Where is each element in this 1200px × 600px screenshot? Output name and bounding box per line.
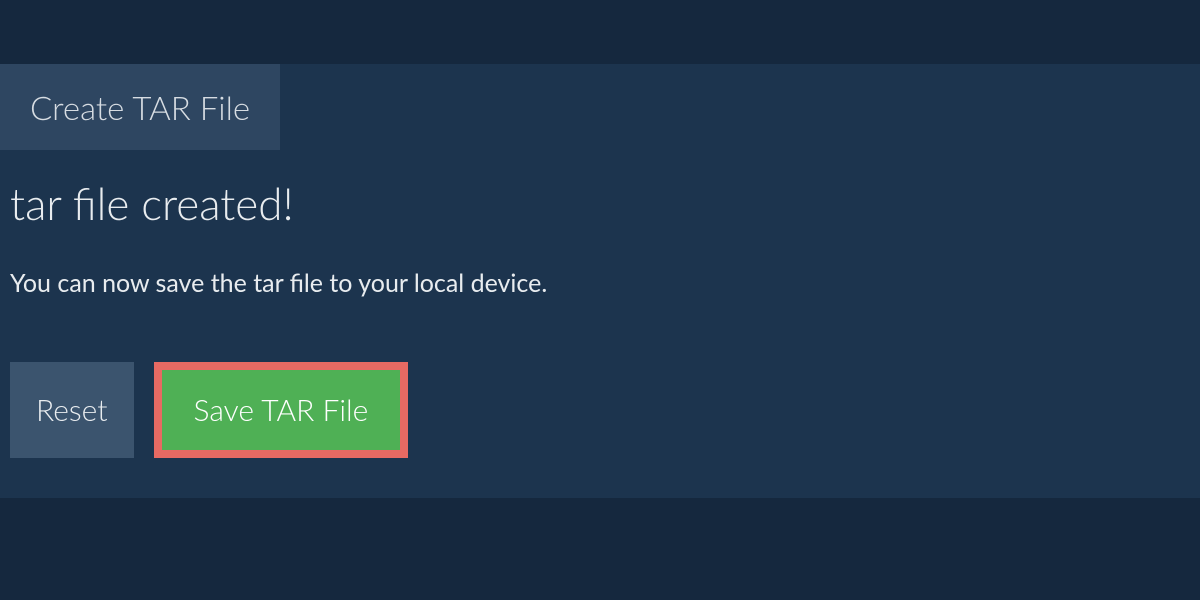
- save-tar-button[interactable]: Save TAR File: [162, 370, 401, 450]
- reset-button[interactable]: Reset: [10, 362, 134, 458]
- status-heading: tar file created!: [10, 178, 1190, 230]
- button-row: Reset Save TAR File: [10, 362, 1190, 458]
- save-button-highlight: Save TAR File: [154, 362, 409, 458]
- content-area: tar file created! You can now save the t…: [0, 150, 1200, 468]
- top-spacer: [0, 0, 1200, 64]
- tab-container: Create TAR File: [0, 64, 1200, 150]
- tab-create-tar[interactable]: Create TAR File: [0, 64, 280, 150]
- main-panel: Create TAR File tar file created! You ca…: [0, 64, 1200, 498]
- bottom-spacer: [0, 498, 1200, 548]
- status-subtext: You can now save the tar file to your lo…: [10, 268, 1190, 298]
